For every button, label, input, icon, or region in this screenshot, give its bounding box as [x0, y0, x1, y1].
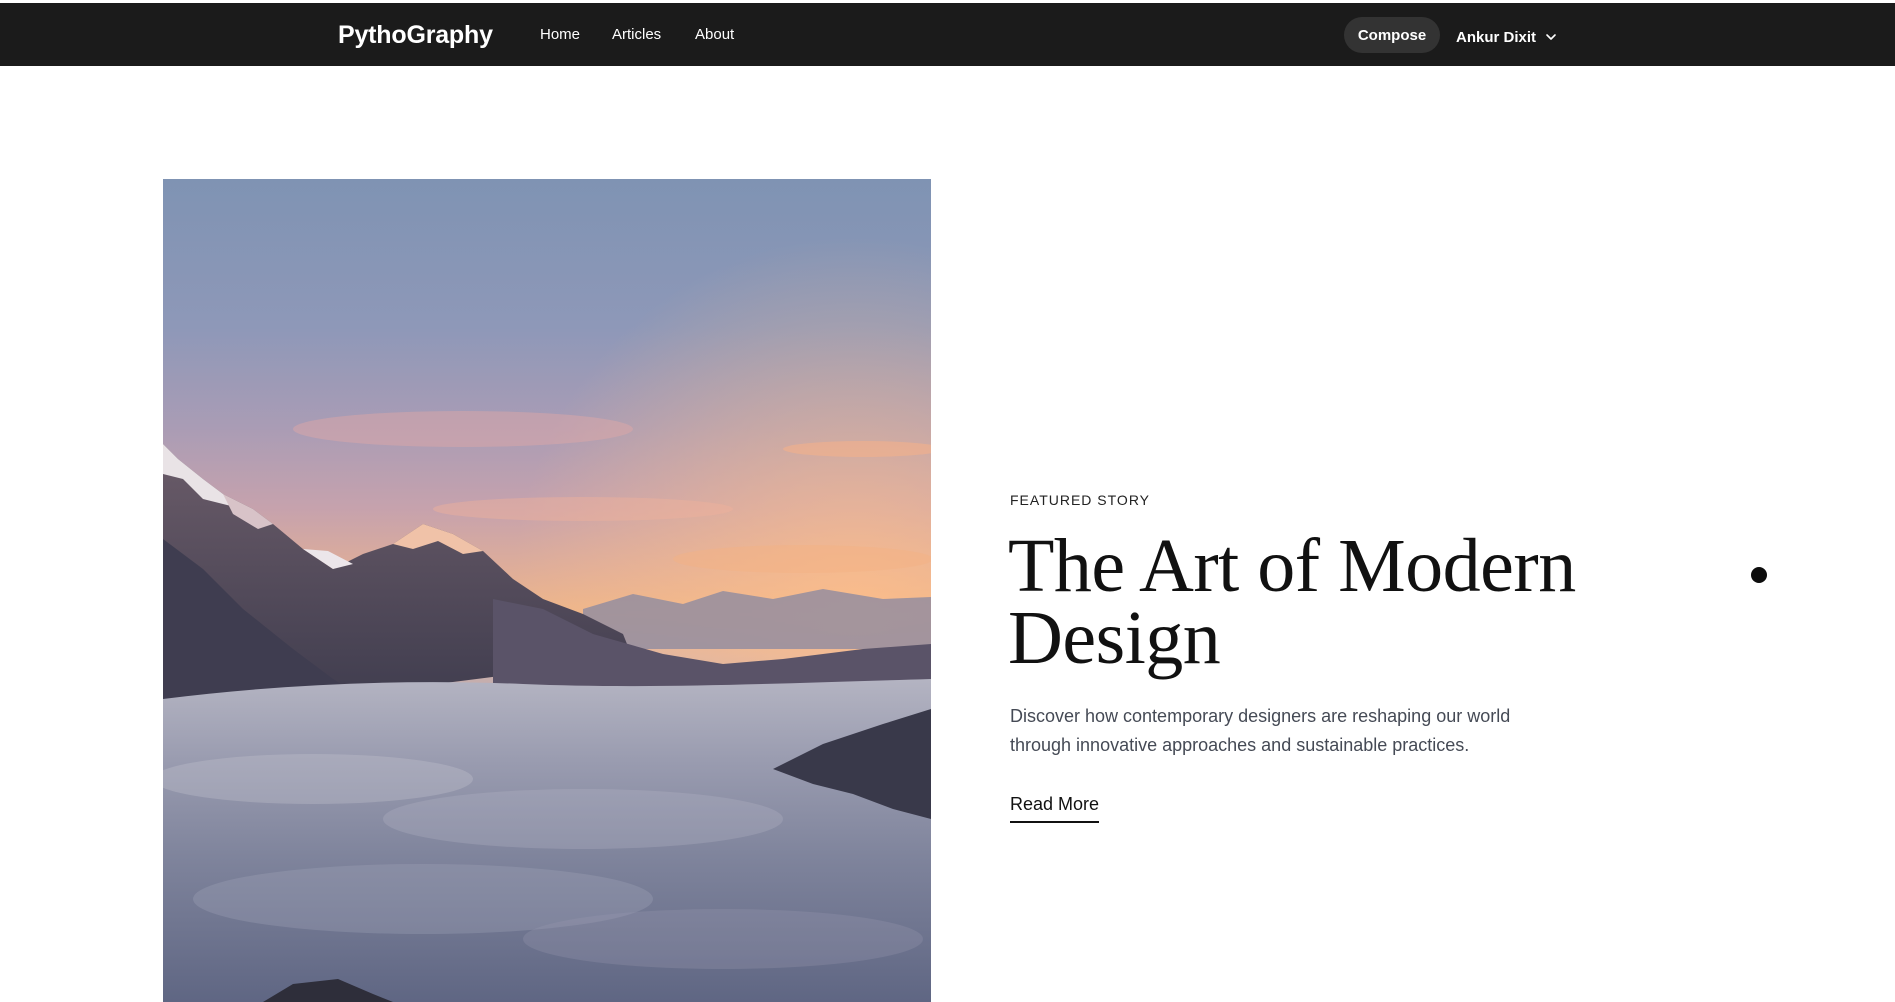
featured-eyebrow: FEATURED STORY	[1010, 492, 1151, 508]
featured-description: Discover how contemporary designers are …	[1010, 702, 1570, 760]
page: PythoGraphy Home Articles About Compose …	[0, 0, 1895, 1002]
scrollbar[interactable]	[1882, 66, 1895, 1002]
read-more-link[interactable]: Read More	[1010, 794, 1100, 823]
nav-link-about[interactable]: About	[695, 26, 734, 43]
brand-logo[interactable]: PythoGraphy	[338, 21, 493, 50]
chevron-down-icon	[1544, 30, 1558, 44]
compose-button[interactable]: Compose	[1344, 17, 1440, 53]
featured-description-line-2: through innovative approaches and sustai…	[1010, 735, 1470, 755]
nav-link-home[interactable]: Home	[540, 26, 580, 43]
featured-description-line-1: Discover how contemporary designers are …	[1010, 706, 1511, 726]
user-menu[interactable]: Ankur Dixit	[1456, 25, 1558, 49]
navbar: PythoGraphy Home Articles About Compose …	[0, 3, 1895, 66]
carousel-dot-indicator[interactable]	[1751, 567, 1767, 583]
nav-link-articles[interactable]: Articles	[612, 26, 661, 43]
featured-title-line-2: Design	[1008, 596, 1221, 680]
user-name: Ankur Dixit	[1456, 28, 1537, 46]
featured-image	[163, 179, 931, 1002]
featured-title[interactable]: The Art of Modern Design	[1008, 528, 1628, 676]
